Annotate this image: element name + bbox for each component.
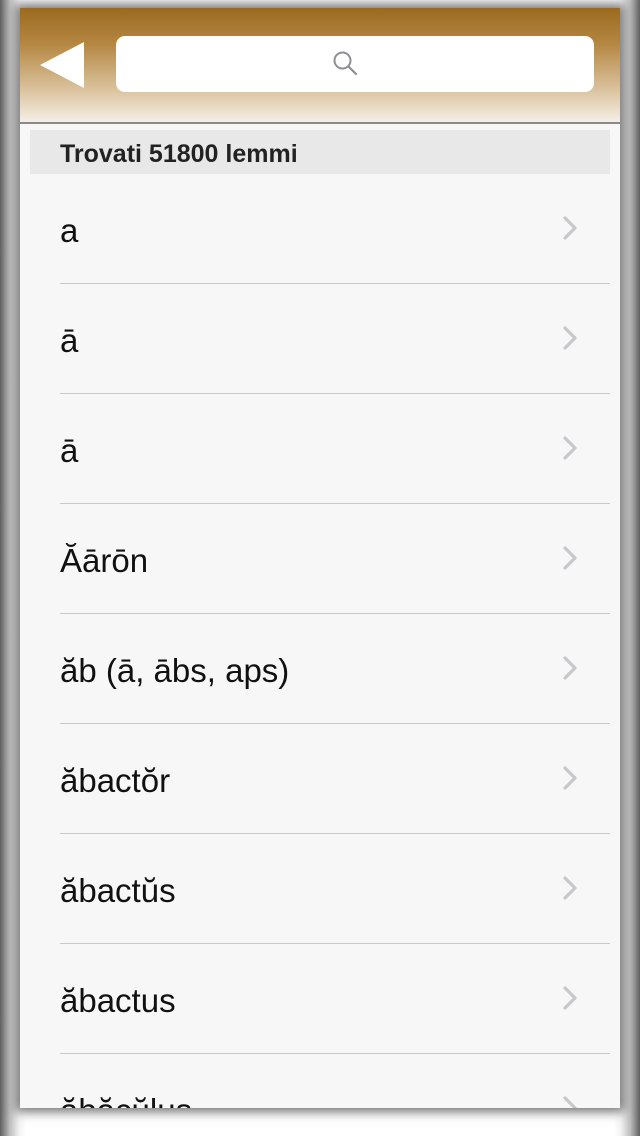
chevron-right-icon [563,766,577,790]
chevron-right-icon [563,656,577,680]
chevron-right-icon [563,1096,577,1108]
chevron-right-icon [563,216,577,240]
list-item[interactable]: ā [20,394,620,504]
list-item[interactable]: ăbactŏr [20,724,620,834]
chevron-right-icon [563,876,577,900]
lemma-label: ăbăcŭlus [60,1092,192,1108]
lemma-label: Ăārōn [60,542,149,579]
list-item[interactable]: ăb (ā, ābs, aps) [20,614,620,724]
list-item[interactable]: ăbăcŭlus [20,1054,620,1108]
lemma-label: ā [60,322,79,359]
lemma-label: ăbactŭs [60,872,176,909]
back-button[interactable] [34,38,94,94]
list-item[interactable]: ā [20,284,620,394]
device-frame: Trovati 51800 lemmi a ā ā Ăārōn ăb (ā, ā… [0,0,640,1136]
lemma-label: a [60,212,79,249]
app-screen: Trovati 51800 lemmi a ā ā Ăārōn ăb (ā, ā… [20,8,620,1108]
lemma-label: ăb (ā, ābs, aps) [60,652,290,689]
search-icon [333,51,358,76]
results-count-label: Trovati 51800 lemmi [60,140,298,168]
list-item[interactable]: ăbactus [20,944,620,1054]
list-item[interactable]: a [20,174,620,284]
list-item[interactable]: Ăārōn [20,504,620,614]
lemma-label: ā [60,432,79,469]
navigation-bar [20,8,620,124]
list-item[interactable]: ăbactŭs [20,834,620,944]
chevron-right-icon [563,326,577,350]
results-count-header: Trovati 51800 lemmi [30,130,610,174]
back-triangle-icon [40,42,84,88]
lemma-list: a ā ā Ăārōn ăb (ā, ābs, aps) ăbactŏr ăba… [20,174,620,1108]
chevron-right-icon [563,546,577,570]
search-field[interactable] [116,36,598,94]
chevron-right-icon [563,986,577,1010]
chevron-right-icon [563,436,577,460]
lemma-label: ăbactus [60,982,176,1019]
lemma-label: ăbactŏr [60,762,171,799]
